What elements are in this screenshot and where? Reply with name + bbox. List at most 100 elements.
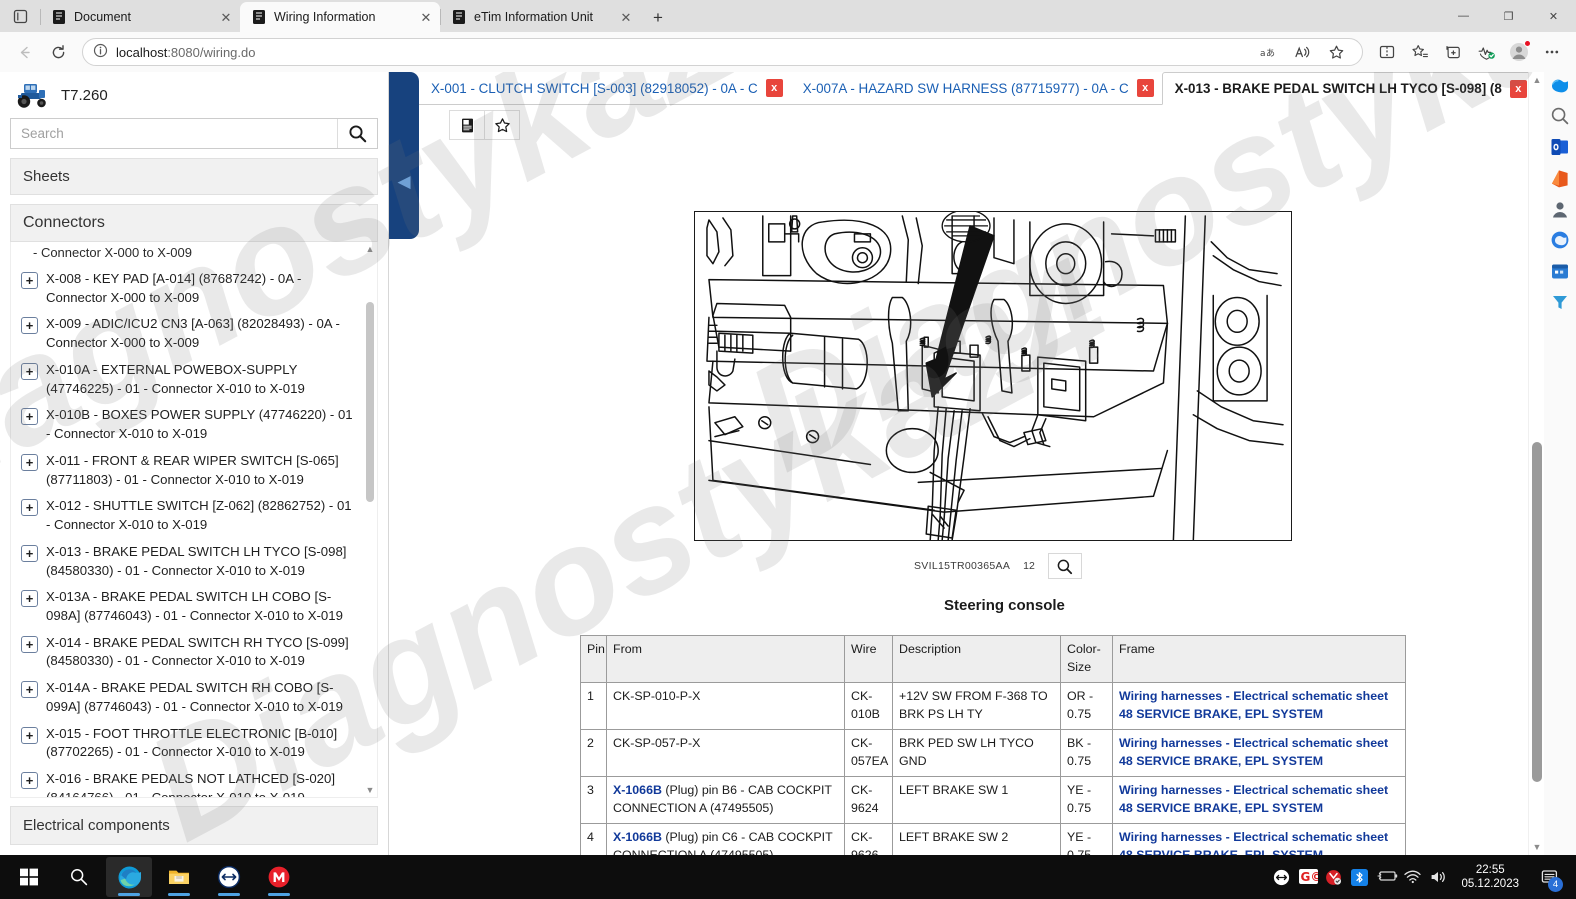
search-input[interactable]	[11, 119, 337, 148]
cell-frame-link[interactable]: Wiring harnesses - Electrical schematic …	[1112, 728, 1406, 777]
taskbar-edge-button[interactable]	[106, 857, 152, 897]
cell-frame-link[interactable]: Wiring harnesses - Electrical schematic …	[1112, 681, 1406, 730]
chevron-left-icon[interactable]: ◀	[397, 173, 410, 190]
expand-plus-icon[interactable]: +	[21, 272, 38, 289]
scroll-up-icon[interactable]: ▲	[363, 242, 377, 256]
tree-item-x-014[interactable]: + X-014 - BRAKE PEDAL SWITCH RH TYCO [S-…	[11, 630, 363, 675]
edge-dropzone-icon[interactable]	[1549, 229, 1571, 251]
tray-go-icon[interactable]: G©	[1299, 868, 1323, 886]
connectors-section-header[interactable]: Connectors	[10, 204, 378, 242]
close-window-button[interactable]: ✕	[1531, 0, 1576, 32]
tree-item-x-009[interactable]: + X-009 - ADIC/ICU2 CN3 [A-063] (8202849…	[11, 311, 363, 356]
electrical-components-section[interactable]: Electrical components	[10, 806, 378, 845]
tray-volume-icon[interactable]	[1429, 869, 1446, 886]
tree-item-x-010b[interactable]: + X-010B - BOXES POWER SUPPLY (47746220)…	[11, 402, 363, 447]
close-icon[interactable]: ✕	[618, 9, 634, 25]
notification-center-button[interactable]: 4	[1534, 857, 1564, 897]
tree-group-label[interactable]: - Connector X-000 to X-009	[11, 242, 363, 266]
page-scrollbar-thumb[interactable]	[1532, 442, 1542, 782]
settings-more-icon[interactable]	[1536, 37, 1568, 67]
tree-item-x-012[interactable]: + X-012 - SHUTTLE SWITCH [Z-062] (828627…	[11, 493, 363, 538]
new-tab-button[interactable]: +	[643, 4, 673, 32]
tray-battery-icon[interactable]	[1377, 869, 1398, 886]
close-icon[interactable]: x	[1136, 79, 1154, 97]
doc-tab-x-001[interactable]: X-001 - CLUTCH SWITCH [S-003] (82918052)…	[419, 72, 791, 104]
collections-icon[interactable]	[1437, 37, 1469, 67]
close-icon[interactable]: x	[1509, 79, 1527, 98]
tree-item-x-016[interactable]: + X-016 - BRAKE PEDALS NOT LATHCED [S-02…	[11, 766, 363, 797]
minimize-button[interactable]: —	[1441, 0, 1486, 32]
copilot-icon[interactable]	[1549, 74, 1571, 96]
outlook-icon[interactable]	[1549, 136, 1571, 158]
tree-item-x-013a[interactable]: + X-013A - BRAKE PEDAL SWITCH LH COBO [S…	[11, 584, 363, 629]
from-link[interactable]: X-1066B	[613, 830, 662, 844]
expand-plus-icon[interactable]: +	[21, 408, 38, 426]
sheets-section-header[interactable]: Sheets	[10, 158, 378, 195]
back-button[interactable]	[8, 37, 40, 67]
profile-avatar[interactable]	[1503, 37, 1535, 67]
taskbar-mail-button[interactable]	[256, 857, 302, 897]
expand-plus-icon[interactable]: +	[21, 544, 38, 562]
tray-teamviewer-icon[interactable]	[1273, 869, 1290, 886]
read-aloud-icon[interactable]	[1286, 37, 1318, 67]
panel-collapse-bar[interactable]: ◀	[389, 72, 419, 239]
close-icon[interactable]: x	[765, 79, 783, 97]
page-scrollbar[interactable]: ▲ ▼	[1528, 72, 1544, 855]
close-icon[interactable]: ✕	[218, 9, 234, 25]
favorite-star-icon[interactable]	[1320, 37, 1352, 67]
scroll-up-icon[interactable]: ▲	[1529, 72, 1544, 88]
tab-actions-icon[interactable]	[0, 0, 40, 32]
from-link[interactable]: X-1066B	[613, 783, 662, 797]
office-icon[interactable]	[1549, 167, 1571, 189]
expand-plus-icon[interactable]: +	[21, 590, 38, 608]
tree-item-x-010a[interactable]: + X-010A - EXTERNAL POWEBOX-SUPPLY (4774…	[11, 357, 363, 402]
scroll-down-icon[interactable]: ▼	[1529, 839, 1544, 855]
scroll-down-icon[interactable]: ▼	[363, 783, 377, 797]
tree-item-x-013[interactable]: + X-013 - BRAKE PEDAL SWITCH LH TYCO [S-…	[11, 539, 363, 584]
tray-bluetooth-icon[interactable]	[1351, 868, 1369, 886]
print-document-button[interactable]	[449, 110, 485, 140]
taskbar-teamviewer-button[interactable]	[206, 857, 252, 897]
calendar-icon[interactable]	[1549, 260, 1571, 282]
tree-item-x-011[interactable]: + X-011 - FRONT & REAR WIPER SWITCH [S-0…	[11, 448, 363, 493]
close-icon[interactable]: ✕	[418, 9, 434, 25]
tree-scrollbar-thumb[interactable]	[366, 302, 374, 502]
expand-plus-icon[interactable]: +	[21, 317, 38, 335]
tree-item-x-015[interactable]: + X-015 - FOOT THROTTLE ELECTRONIC [B-01…	[11, 721, 363, 766]
expand-plus-icon[interactable]: +	[21, 726, 38, 744]
doc-tab-x-007a[interactable]: X-007A - HAZARD SW HARNESS (87715977) - …	[790, 72, 1162, 104]
address-bar[interactable]: localhost:8080/wiring.do aあ	[82, 38, 1363, 66]
favorites-list-icon[interactable]	[1404, 37, 1436, 67]
browser-tab-etim-information-unit[interactable]: eTim Information Unit ✕	[440, 2, 640, 32]
zoom-image-button[interactable]	[1047, 553, 1082, 579]
expand-plus-icon[interactable]: +	[21, 362, 38, 380]
tools-icon[interactable]	[1549, 291, 1571, 313]
cell-frame-link[interactable]: Wiring harnesses - Electrical schematic …	[1112, 775, 1406, 824]
taskbar-file-explorer-button[interactable]	[156, 857, 202, 897]
tree-item-x-008[interactable]: + X-008 - KEY PAD [A-014] (87687242) - 0…	[11, 266, 363, 311]
taskbar-search-button[interactable]	[56, 857, 102, 897]
taskbar-clock[interactable]: 22:55 05.12.2023	[1455, 863, 1525, 892]
settings-person-icon[interactable]	[1549, 198, 1571, 220]
expand-plus-icon[interactable]: +	[21, 499, 38, 517]
maximize-button[interactable]: ❐	[1486, 0, 1531, 32]
expand-plus-icon[interactable]: +	[21, 772, 38, 790]
browser-essentials-icon[interactable]	[1470, 37, 1502, 67]
expand-plus-icon[interactable]: +	[21, 635, 38, 653]
cell-frame-link[interactable]: Wiring harnesses - Electrical schematic …	[1112, 822, 1406, 855]
search-bing-icon[interactable]	[1549, 105, 1571, 127]
expand-plus-icon[interactable]: +	[21, 453, 38, 471]
browser-tab-document[interactable]: Document ✕	[40, 2, 240, 32]
expand-plus-icon[interactable]: +	[21, 681, 38, 699]
start-button[interactable]	[6, 857, 52, 897]
tree-item-x-014a[interactable]: + X-014A - BRAKE PEDAL SWITCH RH COBO [S…	[11, 675, 363, 720]
split-screen-icon[interactable]	[1371, 37, 1403, 67]
tree-scrollbar[interactable]: ▲ ▼	[363, 242, 377, 797]
favorite-star-button[interactable]	[484, 110, 520, 140]
tray-wifi-icon[interactable]	[1403, 869, 1422, 886]
tray-security-icon[interactable]	[1325, 869, 1342, 886]
refresh-button[interactable]	[42, 37, 74, 67]
translate-icon[interactable]: aあ	[1252, 37, 1284, 67]
doc-tab-x-013[interactable]: X-013 - BRAKE PEDAL SWITCH LH TYCO [S-09…	[1161, 72, 1536, 105]
browser-tab-wiring-information[interactable]: Wiring Information ✕	[240, 2, 440, 32]
